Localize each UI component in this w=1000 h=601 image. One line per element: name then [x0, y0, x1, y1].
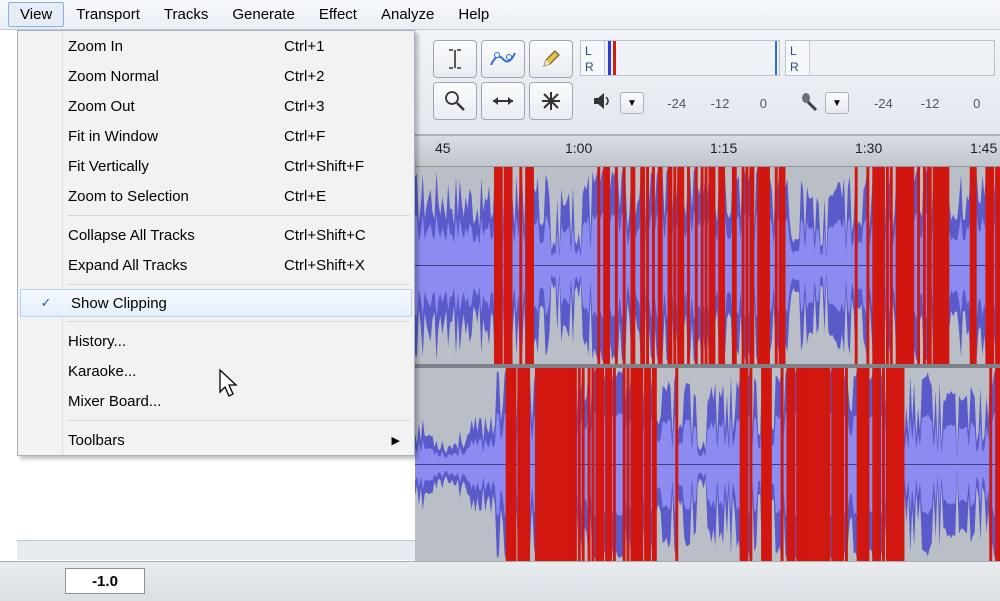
playback-meter[interactable]: L R [580, 40, 780, 76]
menu-fit-vertically[interactable]: Fit VerticallyCtrl+Shift+F [18, 151, 414, 181]
menu-view[interactable]: View [8, 2, 64, 27]
menu-bar: View Transport Tracks Generate Effect An… [0, 0, 1000, 30]
meter-l-label: L [790, 43, 809, 59]
menu-generate[interactable]: Generate [220, 2, 307, 27]
recording-meter-menu[interactable]: ▼ [825, 92, 849, 114]
playback-meter-menu[interactable]: ▼ [620, 92, 644, 114]
waveform-channel-right[interactable] [415, 364, 1000, 561]
menu-zoom-normal[interactable]: Zoom NormalCtrl+2 [18, 61, 414, 91]
meter-r-label: R [790, 59, 809, 75]
waveform-area[interactable] [415, 167, 1000, 561]
selection-tool[interactable] [433, 40, 477, 78]
menu-mixer-board[interactable]: Mixer Board... [18, 386, 414, 416]
menu-zoom-in[interactable]: Zoom InCtrl+1 [18, 31, 414, 61]
recording-scale: -24 -12 0 [860, 92, 1000, 114]
speaker-icon [593, 92, 617, 114]
menu-history[interactable]: History... [18, 326, 414, 356]
recording-meter[interactable]: L R [785, 40, 995, 76]
timeshift-tool[interactable] [481, 82, 525, 120]
menu-zoom-selection[interactable]: Zoom to SelectionCtrl+E [18, 181, 414, 211]
menu-effect[interactable]: Effect [307, 2, 369, 27]
meter-r-label: R [585, 59, 604, 75]
playback-scale: -24 -12 0 [655, 92, 785, 114]
submenu-arrow-icon: ▶ [392, 434, 400, 447]
ruler-tick: 1:00 [565, 140, 592, 156]
bottom-bar: -1.0 [0, 561, 1000, 601]
meter-l-label: L [585, 43, 604, 59]
menu-analyze[interactable]: Analyze [369, 2, 446, 27]
vertical-scale-value: -1.0 [65, 568, 145, 594]
separator [68, 215, 410, 216]
menu-expand-tracks[interactable]: Expand All TracksCtrl+Shift+X [18, 250, 414, 280]
zoom-tool[interactable] [433, 82, 477, 120]
envelope-tool[interactable] [481, 40, 525, 78]
timeline-ruler[interactable]: 45 1:00 1:15 1:30 1:45 [415, 135, 1000, 167]
view-dropdown: Zoom InCtrl+1 Zoom NormalCtrl+2 Zoom Out… [17, 30, 415, 456]
multi-tool[interactable] [529, 82, 573, 120]
separator [68, 321, 410, 322]
tools-grid [433, 40, 573, 120]
separator [68, 420, 410, 421]
menu-fit-window[interactable]: Fit in WindowCtrl+F [18, 121, 414, 151]
envelope-icon [490, 50, 516, 68]
ruler-tick: 1:45 [970, 140, 997, 156]
menu-toolbars[interactable]: Toolbars ▶ [18, 425, 414, 455]
ruler-tick: 45 [435, 140, 451, 156]
menu-show-clipping[interactable]: ✓ Show Clipping [20, 289, 412, 317]
menu-collapse-tracks[interactable]: Collapse All TracksCtrl+Shift+C [18, 220, 414, 250]
draw-tool[interactable] [529, 40, 573, 78]
toolbar-area: L R L R ▼ -24 -12 0 ▼ -24 -12 0 [415, 30, 1000, 135]
menu-help[interactable]: Help [446, 2, 501, 27]
waveform-channel-left[interactable] [415, 167, 1000, 364]
menu-transport[interactable]: Transport [64, 2, 152, 27]
separator [68, 284, 410, 285]
track-panel-strip [17, 540, 415, 560]
magnifier-icon [444, 90, 466, 112]
multi-icon [541, 91, 561, 111]
ibeam-icon [447, 49, 463, 69]
microphone-icon [799, 92, 823, 114]
menu-karaoke[interactable]: Karaoke... [18, 356, 414, 386]
ruler-tick: 1:30 [855, 140, 882, 156]
menu-tracks[interactable]: Tracks [152, 2, 220, 27]
menu-zoom-out[interactable]: Zoom OutCtrl+3 [18, 91, 414, 121]
pencil-icon [541, 49, 561, 69]
timeshift-icon [489, 94, 517, 108]
ruler-tick: 1:15 [710, 140, 737, 156]
check-icon: ✓ [21, 295, 71, 311]
